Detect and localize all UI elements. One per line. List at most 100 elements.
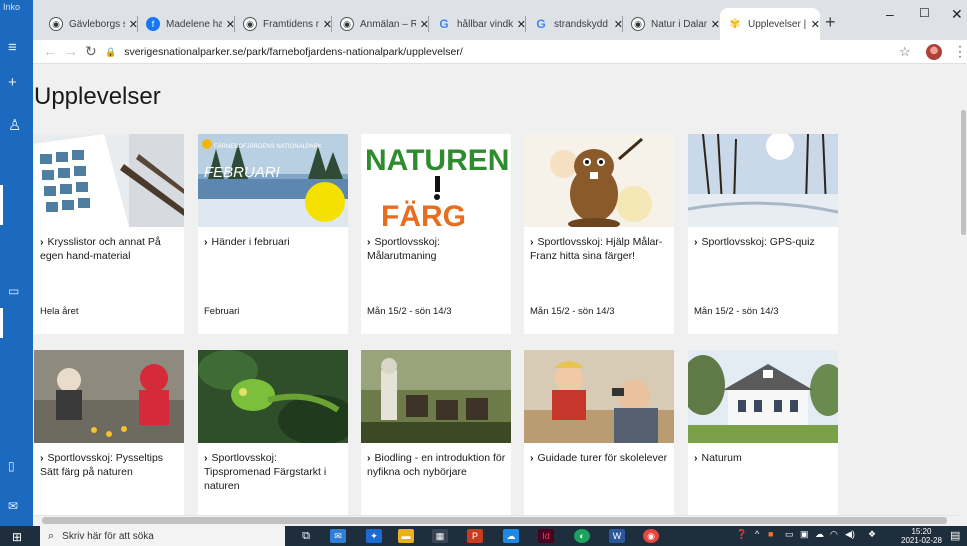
card-pysseltips[interactable]: › Sportlovsskoj: Pysseltips Sätt färg på … [34, 350, 184, 515]
tab-3[interactable]: ◉ Framtidens m ✕ [235, 8, 332, 40]
minimize-button[interactable]: – [886, 6, 894, 22]
windows-start-icon[interactable]: ⊞ [12, 530, 22, 544]
back-button[interactable]: ← [43, 43, 57, 59]
mail-icon[interactable]: ✉ [8, 500, 18, 512]
mail-app-icon[interactable]: ✉ [330, 529, 346, 543]
chrome-icon[interactable]: ◉ [643, 529, 659, 543]
chevron-right-icon: › [530, 236, 534, 248]
close-icon[interactable]: ✕ [811, 18, 820, 31]
card-tipspromenad[interactable]: › Sportlovsskoj: Tipspromenad Färgstarkt … [198, 350, 348, 515]
battery-icon[interactable]: ▭ [785, 529, 794, 540]
card-krysslistor[interactable]: › Krysslistor och annat På egen hand-mate… [34, 134, 184, 334]
card-naturum[interactable]: › Naturum [688, 350, 838, 515]
tab-4[interactable]: ◉ Anmälan – Rä ✕ [332, 8, 429, 40]
card-title: › Händer i februari [204, 236, 290, 248]
google-icon: G [439, 17, 449, 31]
reload-button[interactable]: ↻ [85, 43, 97, 60]
image-text: NATUREN [365, 144, 509, 177]
menu-kebab-icon[interactable]: ⋮ [953, 43, 967, 60]
card-image [524, 350, 674, 443]
google-icon: G [536, 17, 546, 31]
task-view-icon[interactable]: ⧉ [298, 529, 314, 543]
teams-app-icon[interactable]: ✦ [366, 529, 382, 543]
tab-strip: ◉ Gävleborgs st ✕ f Madelene han ✕ ◉ Fra… [33, 0, 967, 40]
bookmark-star-icon[interactable]: ☆ [899, 44, 911, 60]
card-date: Mån 15/2 - sön 14/3 [694, 306, 779, 317]
volume-icon[interactable]: ◀) [845, 529, 855, 540]
indesign-icon[interactable]: Id [538, 529, 554, 543]
taskbar: ⊞ ⌕ Skriv här för att söka ⧉ ✉ ✦ ▬ ▦ P ☁… [0, 526, 967, 546]
url-text: sverigesnationalparker.se/park/farnebofj… [124, 46, 463, 58]
address-bar[interactable]: 🔒 sverigesnationalparker.se/park/farnebo… [105, 42, 885, 62]
page-title: Upplevelser [34, 83, 161, 110]
person-icon[interactable]: ♙ [8, 118, 21, 133]
tablet-icon[interactable]: ▯ [8, 460, 15, 472]
card-date: Mån 15/2 - sön 14/3 [530, 306, 615, 317]
word-icon[interactable]: W [609, 529, 625, 543]
chevron-right-icon: › [204, 236, 208, 248]
lock-icon: 🔒 [105, 46, 117, 57]
plus-icon[interactable]: + [8, 75, 17, 90]
card-februari[interactable]: FÄRNEBOFJÄRDENS NATIONALPARK FEBRUARI › H… [198, 134, 348, 334]
search-placeholder: Skriv här för att söka [62, 530, 154, 542]
window-close-button[interactable]: ✕ [951, 6, 963, 23]
tab-2[interactable]: f Madelene han ✕ [138, 8, 235, 40]
taskbar-search[interactable]: ⌕ Skriv här för att söka [40, 526, 285, 546]
card-title: › Sportlovsskoj: Pysseltips Sätt färg på … [40, 452, 164, 478]
flower-icon: ✾ [729, 16, 741, 31]
card-image: FÄRNEBOFJÄRDENS NATIONALPARK FEBRUARI [198, 134, 348, 227]
cloud-icon[interactable]: ☁ [815, 529, 824, 540]
chevron-right-icon: › [694, 452, 698, 464]
profile-avatar[interactable] [926, 44, 942, 60]
powerpoint-icon[interactable]: P [467, 529, 483, 543]
dropbox-icon[interactable]: ❖ [868, 529, 876, 540]
cloud-app-icon[interactable]: ☁ [503, 529, 519, 543]
card-biodling[interactable]: › Biodling - en introduktion för nyfikna … [361, 350, 511, 515]
tab-title: Anmälan – Rä [360, 18, 416, 30]
chameleon-icon: ◉ [340, 17, 354, 31]
tab-6[interactable]: G strandskydd - ✕ [526, 8, 623, 40]
horizontal-scrollbar-thumb[interactable] [42, 517, 947, 524]
chevron-right-icon: › [204, 452, 208, 464]
image-big-text: FEBRUARI [204, 164, 280, 181]
app-side-rail: Inko ≡ + ♙ ▭ ▯ ✉ [0, 0, 33, 526]
image-big-text: FÄRG [381, 200, 466, 227]
tab-8-active[interactable]: ✾ Upplevelser | ✕ [720, 8, 820, 40]
tab-7[interactable]: ◉ Natur i Dalarn ✕ [623, 8, 720, 40]
menu-icon[interactable]: ≡ [8, 40, 17, 55]
notification-icon[interactable]: ▤ [950, 529, 960, 542]
clock-date: 2021-02-28 [901, 536, 942, 545]
forward-button[interactable]: → [64, 43, 78, 59]
side-rail-indicator-2 [0, 308, 3, 338]
edge-icon[interactable]: ◐ [574, 529, 590, 543]
chevron-right-icon: › [367, 236, 371, 248]
taskbar-clock[interactable]: 15:20 2021-02-28 [901, 527, 942, 545]
chevron-right-icon: › [40, 236, 44, 248]
card-image [34, 134, 184, 227]
chevron-up-icon[interactable]: ^ [755, 529, 759, 539]
file-explorer-icon[interactable]: ▬ [398, 529, 414, 543]
store-icon[interactable]: ▦ [432, 529, 448, 543]
tab-title: Natur i Dalarn [651, 18, 707, 30]
display-icon[interactable]: ▣ [800, 529, 809, 540]
help-icon[interactable]: ❓ [736, 529, 747, 540]
new-tab-button[interactable]: + [825, 12, 836, 33]
tab-title: Gävleborgs st [69, 18, 125, 30]
card-image [361, 350, 511, 443]
tray-app-icon[interactable]: ■ [768, 529, 773, 539]
tab-title: Madelene han [166, 18, 222, 30]
wifi-icon[interactable]: ◠ [830, 529, 838, 540]
card-malar-franz[interactable]: › Sportlovsskoj: Hjälp Målar-Franz hitta … [524, 134, 674, 334]
card-guidade-turer[interactable]: › Guidade turer för skolelever [524, 350, 674, 515]
card-title: › Biodling - en introduktion för nyfikna … [367, 452, 506, 478]
close-icon[interactable]: ✕ [711, 18, 720, 31]
card-malarutmaning[interactable]: NATUREN FÄRG › Sportlovsskoj: Målarutmani… [361, 134, 511, 334]
tab-title: strandskydd - [554, 18, 610, 30]
card-gps-quiz[interactable]: › Sportlovsskoj: GPS-quiz Mån 15/2 - sön … [688, 134, 838, 334]
chevron-right-icon: › [367, 452, 371, 464]
calendar-icon[interactable]: ▭ [8, 285, 19, 297]
tab-5[interactable]: G hållbar vindkr ✕ [429, 8, 526, 40]
tab-1[interactable]: ◉ Gävleborgs st ✕ [41, 8, 138, 40]
maximize-button[interactable]: ☐ [919, 6, 930, 20]
vertical-scrollbar-thumb[interactable] [961, 110, 966, 235]
